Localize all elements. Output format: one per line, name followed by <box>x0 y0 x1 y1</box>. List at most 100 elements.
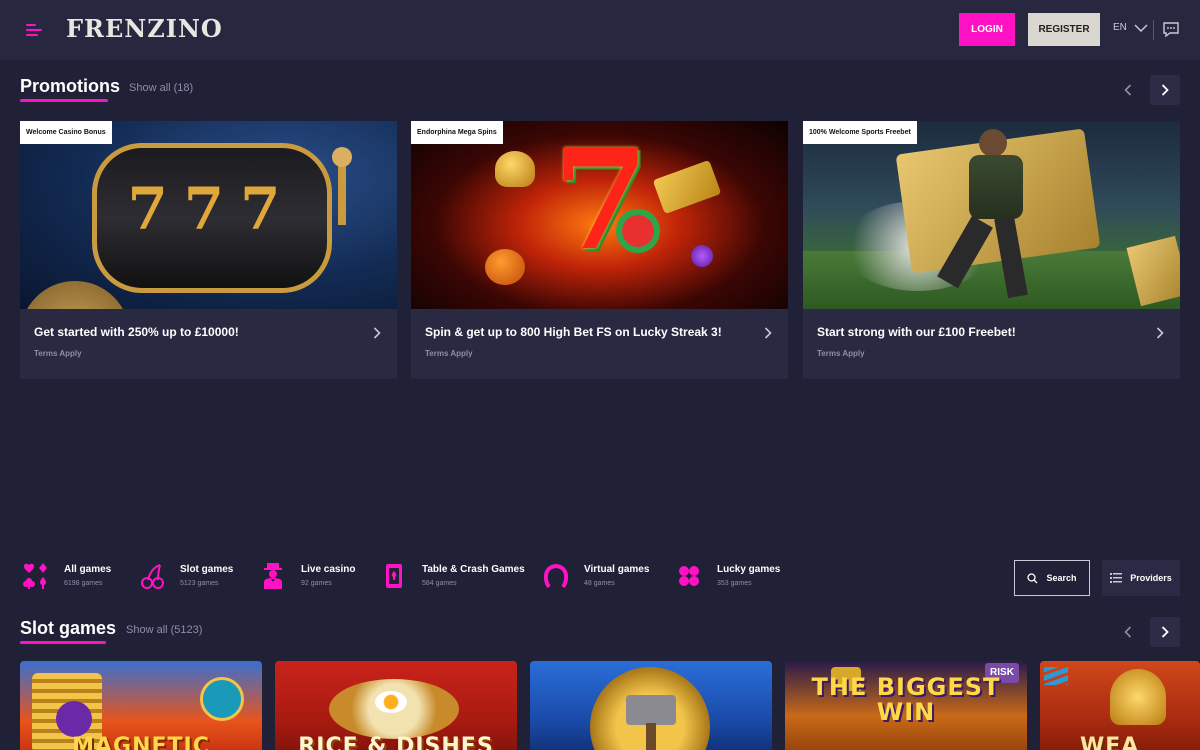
category-table-crash-games[interactable]: Table & Crash Games 584 games <box>378 560 525 592</box>
title-underline <box>20 641 106 644</box>
category-slot-games[interactable]: Slot games 5123 games <box>136 560 233 592</box>
search-icon <box>1027 572 1038 583</box>
chevron-left-icon <box>1124 626 1132 638</box>
language-label: EN <box>1113 22 1127 33</box>
promotions-next-button[interactable] <box>1150 75 1180 105</box>
category-live-casino[interactable]: Live casino 92 games <box>257 560 355 592</box>
horseshoe-icon <box>540 560 572 592</box>
slot-title-text: RICE & DISHES <box>298 734 494 750</box>
login-button[interactable]: LOGIN <box>959 13 1015 46</box>
ticket-image <box>652 159 722 215</box>
logo[interactable]: FRENZINO <box>66 14 223 43</box>
chevron-right-icon <box>1161 626 1169 638</box>
pumpkin-image <box>485 249 525 285</box>
category-count: 353 games <box>717 580 752 587</box>
cards-icon <box>378 560 410 592</box>
potion-image <box>691 245 713 267</box>
promo-terms: Terms Apply <box>34 349 82 358</box>
slot-tile-rice-dishes[interactable]: RICE & DISHES <box>275 661 517 750</box>
bell-image <box>495 151 535 187</box>
header-divider <box>1153 20 1154 40</box>
promo-title: Start strong with our £100 Freebet! <box>817 325 1016 339</box>
category-name: Lucky games <box>717 564 781 575</box>
promo-card-mega-spins[interactable]: 7 Endorphina Mega Spins Spin & get up to… <box>411 121 788 379</box>
slot-title-text: THE BIGGEST WIN <box>811 673 1001 727</box>
category-count: 5123 games <box>180 580 219 587</box>
promo-card-sports-freebet[interactable]: 100% Welcome Sports Freebet Start strong… <box>803 121 1180 379</box>
magnet-coin-image <box>200 677 244 721</box>
promo-card-casino-bonus[interactable]: 777 Welcome Casino Bonus Get started wit… <box>20 121 397 379</box>
promo-image-slot-machine: 777 <box>20 121 397 309</box>
player-head-image <box>979 129 1007 157</box>
slot-tile-biggest-win[interactable]: RISK THE BIGGEST WIN <box>785 661 1027 750</box>
chevron-down-icon <box>1134 23 1148 32</box>
slot-tile-thunder-hammer[interactable] <box>530 661 772 750</box>
slot-games-prev-button[interactable] <box>1113 617 1143 647</box>
chevron-left-icon <box>1124 84 1132 96</box>
dealer-icon <box>257 560 289 592</box>
search-label: Search <box>1046 573 1077 583</box>
reel-sevens-text: 777 <box>127 175 297 243</box>
slot-games-title-text: Slot games <box>20 618 117 638</box>
promotions-show-all-link[interactable]: Show all (18) <box>129 82 193 94</box>
category-count: 48 games <box>584 580 615 587</box>
category-name: Virtual games <box>584 564 650 575</box>
promo-tag: Endorphina Mega Spins <box>411 121 503 144</box>
category-name: All games <box>64 564 112 575</box>
slot-tile-magnetic[interactable]: MAGNETIC <box>20 661 262 750</box>
promo-image-lucky-seven: 7 <box>411 121 788 309</box>
slot-title-text: MAGNETIC <box>72 734 210 750</box>
slot-title-text: WEA <box>1080 734 1140 750</box>
category-virtual-games[interactable]: Virtual games 48 games <box>540 560 649 592</box>
chevron-right-icon <box>1161 84 1169 96</box>
category-lucky-games[interactable]: Lucky games 353 games <box>673 560 780 592</box>
providers-button[interactable]: Providers <box>1102 560 1180 596</box>
provider-logo-image <box>1044 667 1068 685</box>
category-all-games[interactable]: All games 6198 games <box>20 560 111 592</box>
egg-image <box>375 691 407 713</box>
title-underline <box>20 99 108 102</box>
category-count: 584 games <box>422 580 457 587</box>
promotions-prev-button[interactable] <box>1113 75 1143 105</box>
providers-label: Providers <box>1130 573 1172 583</box>
category-name: Table & Crash Games <box>422 564 525 575</box>
register-button[interactable]: REGISTER <box>1028 13 1100 46</box>
slot-tile-partial[interactable]: WEA <box>1040 661 1200 750</box>
category-name: Slot games <box>180 564 234 575</box>
slot-games-show-all-link[interactable]: Show all (5123) <box>126 624 202 636</box>
hamburger-menu-icon[interactable] <box>26 22 42 38</box>
promotions-title-text: Promotions <box>20 76 121 96</box>
chat-icon[interactable] <box>1162 21 1180 38</box>
cherries-icon <box>136 560 168 592</box>
promo-terms: Terms Apply <box>817 349 865 358</box>
promo-title: Spin & get up to 800 High Bet FS on Luck… <box>425 325 722 339</box>
chevron-right-icon <box>764 327 772 339</box>
promotions-title: Promotions <box>20 76 120 102</box>
top-header: FRENZINO LOGIN REGISTER EN <box>0 0 1200 60</box>
promo-terms: Terms Apply <box>425 349 473 358</box>
slot-games-next-button[interactable] <box>1150 617 1180 647</box>
player-body-image <box>969 155 1023 219</box>
promo-tag: 100% Welcome Sports Freebet <box>803 121 917 144</box>
language-selector[interactable]: EN <box>1113 22 1148 33</box>
lever-knob-image <box>332 147 352 167</box>
gold-coin-image <box>20 281 130 309</box>
promo-tag: Welcome Casino Bonus <box>20 121 112 144</box>
hammer-head-image <box>626 695 676 725</box>
hammer-handle-image <box>646 723 656 750</box>
plum-image <box>56 701 92 737</box>
bell-image <box>1110 669 1166 725</box>
category-count: 92 games <box>301 580 332 587</box>
seven-symbol: 7 <box>552 121 650 281</box>
clover-icon <box>673 560 705 592</box>
promo-title: Get started with 250% up to £10000! <box>34 325 239 339</box>
slot-games-title: Slot games <box>20 618 116 644</box>
search-button[interactable]: Search <box>1014 560 1090 596</box>
card-suits-icon <box>20 560 52 592</box>
category-count: 6198 games <box>64 580 103 587</box>
list-icon <box>1110 573 1123 583</box>
category-name: Live casino <box>301 564 356 575</box>
chevron-right-icon <box>373 327 381 339</box>
promo-image-football-player <box>803 121 1180 309</box>
chevron-right-icon <box>1156 327 1164 339</box>
